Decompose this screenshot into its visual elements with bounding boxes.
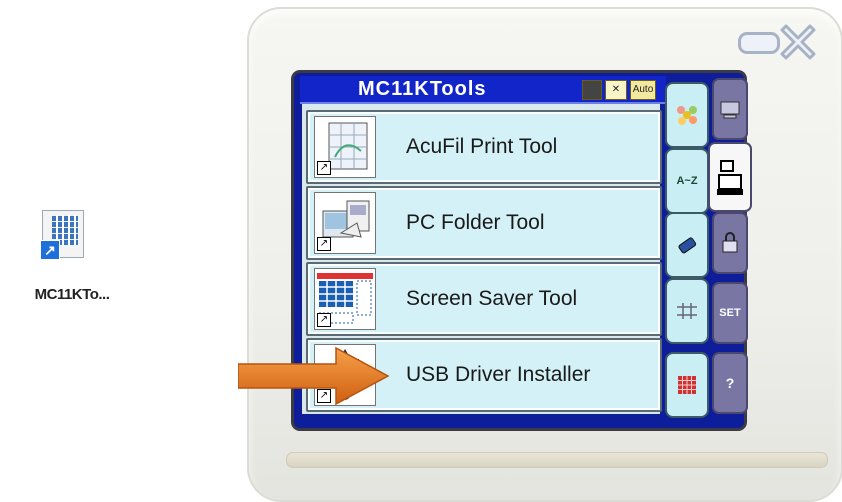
tab-lock[interactable] (712, 212, 748, 274)
tab-eraser[interactable] (665, 212, 709, 278)
shortcut-arrow-icon: ↗ (40, 240, 60, 260)
tool-label: USB Driver Installer (406, 363, 591, 386)
grid-icon (677, 303, 697, 319)
machine-icon (720, 101, 740, 119)
device-bottom-strip (286, 452, 828, 468)
auto-icon: Auto (630, 80, 656, 100)
tool-screen-saver[interactable]: ↗ Screen Saver Tool (306, 262, 662, 336)
card-icon (582, 80, 602, 100)
tool-pc-folder[interactable]: ↗ PC Folder Tool (306, 186, 662, 260)
flower-icon (677, 106, 697, 125)
tab-settings[interactable]: SET (712, 282, 748, 344)
window-title: MC11KTools (358, 78, 487, 100)
close-button[interactable] (778, 22, 818, 62)
tab-grid[interactable] (665, 278, 709, 344)
tool-label: Screen Saver Tool (406, 287, 578, 310)
tab-pattern[interactable] (665, 352, 709, 418)
shortcut-arrow-icon: ↗ (317, 237, 331, 251)
tool-label: PC Folder Tool (406, 211, 545, 234)
pattern-icon (678, 376, 696, 394)
computer-icon (717, 160, 743, 195)
tab-pc-link[interactable] (708, 142, 752, 212)
minimize-button[interactable] (738, 32, 780, 54)
shortcut-arrow-icon: ↗ (317, 313, 331, 327)
shortcut-arrow-icon: ↗ (317, 161, 331, 175)
eraser-icon (678, 237, 697, 254)
lock-icon (722, 232, 738, 253)
tab-embroidery[interactable] (665, 82, 709, 148)
tool-acufil-print[interactable]: ↗ AcuFil Print Tool (306, 110, 662, 184)
pc-folder-icon: ↗ (314, 192, 376, 254)
app-shortcut-icon[interactable]: ↗ (38, 210, 86, 266)
screen-saver-icon: ↗ (314, 268, 376, 330)
tab-help[interactable]: ? (712, 352, 748, 414)
tool-label: AcuFil Print Tool (406, 135, 558, 158)
tab-alphabet[interactable]: A~Z (665, 148, 709, 214)
tab-machine[interactable] (712, 78, 748, 140)
desktop-shortcut-label[interactable]: MC11KTo... (4, 286, 140, 303)
print-grid-icon: ↗ (314, 116, 376, 178)
pointer-arrow (238, 346, 390, 406)
title-bar-icons: ✕ Auto (582, 80, 662, 100)
scissors-icon: ✕ (605, 80, 627, 100)
